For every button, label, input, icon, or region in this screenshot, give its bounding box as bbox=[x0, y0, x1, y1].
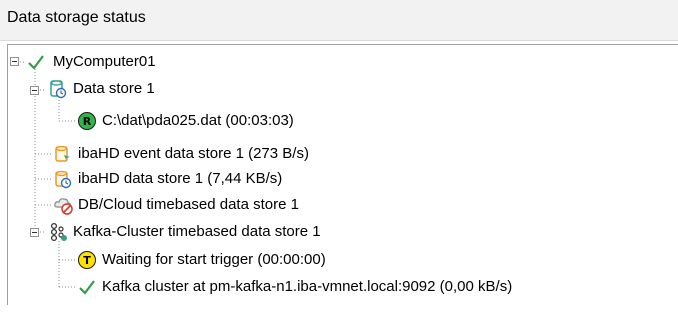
tree-item-mycomputer01[interactable]: MyComputer01 bbox=[53, 52, 156, 72]
ibahd-event-store-icon bbox=[55, 145, 70, 162]
tree-item-dat-file[interactable]: C:\dat\pda025.dat (00:03:03) bbox=[102, 111, 294, 131]
tree-item-ibahd-data-store[interactable]: ibaHD data store 1 (7,44 KB/s) bbox=[78, 169, 282, 189]
trigger-badge-letter: T bbox=[83, 253, 91, 267]
tree-item-waiting-trigger[interactable]: Waiting for start trigger (00:00:00) bbox=[102, 250, 326, 270]
data-storage-status-panel: Data storage status MyComputer01 Data st… bbox=[0, 0, 678, 329]
data-store-1-collapse-toggle[interactable] bbox=[30, 86, 39, 95]
kafka-store-collapse-toggle[interactable] bbox=[30, 228, 39, 237]
kafka-cluster-icon bbox=[50, 222, 67, 242]
tree-item-kafka-connection[interactable]: Kafka cluster at pm-kafka-n1.iba-vmnet.l… bbox=[102, 277, 512, 297]
recording-badge-letter: R bbox=[82, 114, 92, 128]
panel-title: Data storage status bbox=[7, 9, 146, 26]
checkmark-icon bbox=[28, 55, 44, 70]
data-store-icon bbox=[50, 80, 67, 99]
tree-item-kafka-cluster-store[interactable]: Kafka-Cluster timebased data store 1 bbox=[73, 222, 321, 242]
ibahd-data-store-icon bbox=[55, 170, 72, 189]
storage-tree[interactable]: MyComputer01 Data store 1 R C:\dat\pda02… bbox=[7, 44, 678, 305]
tree-item-data-store-1[interactable]: Data store 1 bbox=[73, 79, 155, 99]
tree-item-ibahd-event-store[interactable]: ibaHD event data store 1 (273 B/s) bbox=[78, 144, 309, 164]
db-cloud-error-icon bbox=[54, 198, 73, 215]
checkmark-icon bbox=[79, 280, 95, 295]
root-collapse-toggle[interactable] bbox=[10, 57, 19, 66]
tree-item-db-cloud-store[interactable]: DB/Cloud timebased data store 1 bbox=[78, 195, 299, 215]
trigger-badge-icon: T bbox=[78, 251, 96, 269]
recording-badge-icon: R bbox=[78, 112, 96, 130]
panel-header: Data storage status bbox=[0, 0, 678, 41]
